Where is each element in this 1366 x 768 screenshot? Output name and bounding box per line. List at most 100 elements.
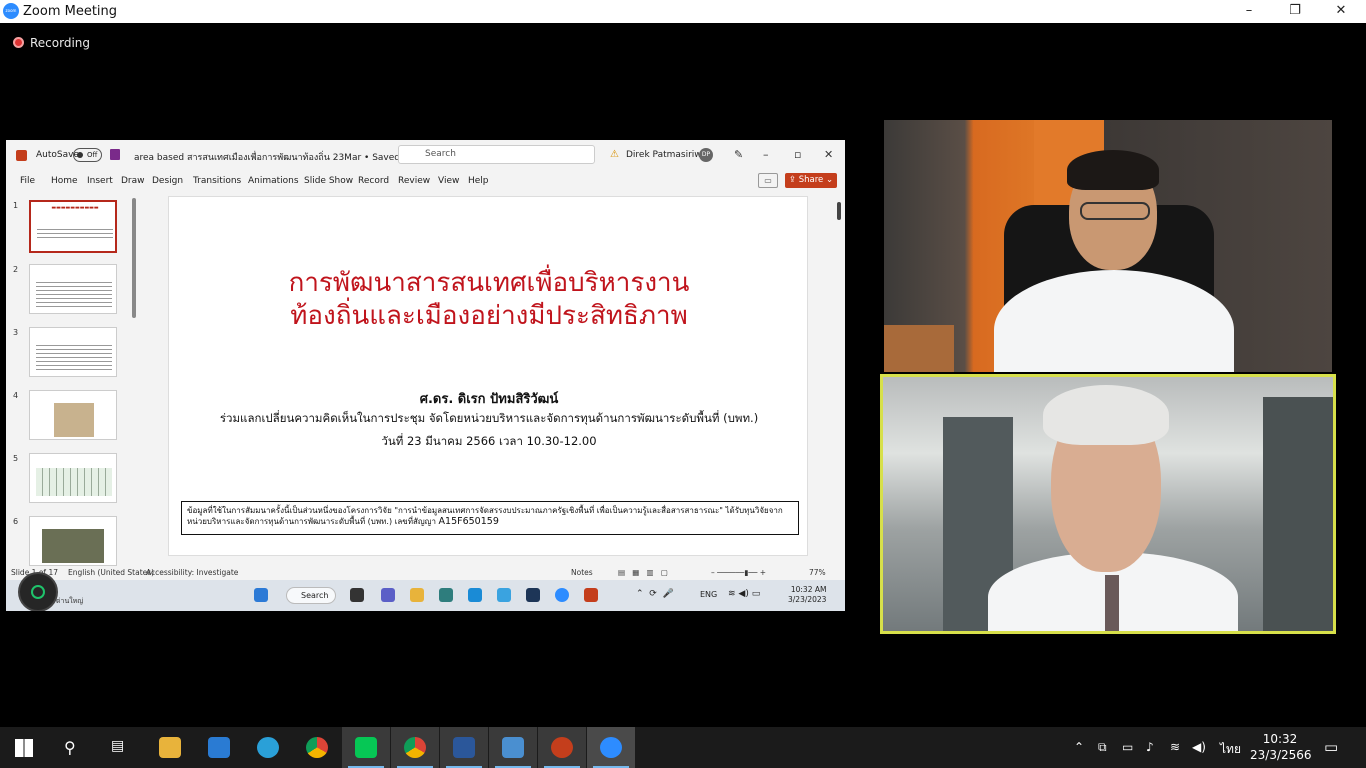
menu-file[interactable]: File — [20, 176, 35, 186]
thumbnail-scrollbar[interactable] — [132, 198, 136, 318]
menu-insert[interactable]: Insert — [87, 176, 113, 186]
input-language[interactable]: ENG — [700, 590, 717, 599]
ppt-user-name: Direk Patmasiriwat — [626, 150, 711, 160]
teams-icon[interactable] — [381, 588, 395, 602]
autosave-toggle[interactable]: Off — [73, 148, 102, 162]
task-view-button[interactable]: ▤ — [96, 727, 144, 768]
meet-now-icon[interactable]: ⧉ — [1098, 740, 1107, 755]
powerpoint-logo-icon — [16, 150, 27, 161]
edge-icon[interactable] — [468, 588, 482, 602]
edge-button[interactable] — [244, 727, 292, 768]
zoom-title-bar: zoom Zoom Meeting – ❐ ✕ — [0, 0, 1366, 23]
menu-help[interactable]: Help — [468, 176, 489, 186]
zoom-slider[interactable]: – ──────▮── + — [711, 568, 766, 577]
input-language-indicator[interactable]: ไทย — [1220, 740, 1241, 759]
menu-animations[interactable]: Animations — [248, 176, 299, 186]
chevron-up-icon[interactable]: ⌃ — [1074, 740, 1084, 754]
slide-title: การพัฒนาสารสนเทศเพื่อบริหารงาน ท้องถิ่นแ… — [169, 267, 809, 333]
hair — [1067, 150, 1159, 190]
comments-icon[interactable]: ▭ — [758, 173, 778, 188]
menu-view[interactable]: View — [438, 176, 459, 186]
ppt-close-button[interactable]: ✕ — [824, 148, 833, 161]
slide-thumbnail-6[interactable] — [29, 516, 117, 566]
close-button[interactable]: ✕ — [1318, 0, 1364, 23]
status-zoom[interactable]: 77% — [809, 568, 826, 577]
menu-review[interactable]: Review — [398, 176, 430, 186]
recording-indicator[interactable]: Recording — [13, 36, 90, 50]
microphone-icon[interactable]: ♪ — [1146, 740, 1154, 754]
status-notes[interactable]: Notes — [571, 568, 593, 577]
shared-search[interactable]: Search — [286, 587, 336, 604]
start-button[interactable] — [0, 727, 48, 768]
chrome-button[interactable] — [293, 727, 341, 768]
task-view-icon[interactable] — [350, 588, 364, 602]
tie — [1105, 575, 1119, 631]
slide-thumbnail-1[interactable]: ▬▬▬▬▬▬▬▬▬▬ — [29, 200, 117, 253]
powerpoint-icon[interactable] — [584, 588, 598, 602]
app-icon-2[interactable] — [526, 588, 540, 602]
tray-icons[interactable]: ⌃ ⟳ 🎤 — [636, 589, 674, 599]
menu-transitions[interactable]: Transitions — [193, 176, 241, 186]
participant-video-2-active-speaker[interactable] — [880, 374, 1336, 634]
slide-thumbnail-2[interactable] — [29, 264, 117, 314]
photos-button[interactable] — [489, 727, 537, 768]
slide-canvas[interactable]: การพัฒนาสารสนเทศเพื่อบริหารงาน ท้องถิ่นแ… — [168, 196, 808, 556]
start-icon — [15, 739, 33, 757]
network-volume-battery-icons[interactable]: ≋ ◀) ▭ — [728, 589, 760, 599]
status-language[interactable]: English (United States) — [68, 568, 154, 577]
wifi-icon[interactable]: ≋ — [1170, 740, 1180, 754]
file-explorer-button[interactable] — [146, 727, 194, 768]
zoom-icon[interactable] — [555, 588, 569, 602]
ppt-restore-button[interactable]: ▫ — [794, 148, 801, 161]
ppt-search-input[interactable]: Search — [398, 145, 595, 164]
slide-thumbnail-3[interactable] — [29, 327, 117, 377]
ppt-minimize-button[interactable]: – — [763, 148, 769, 161]
restore-button[interactable]: ❐ — [1272, 0, 1318, 23]
thumb-lines — [37, 226, 113, 240]
volume-icon[interactable]: ◀) — [1192, 740, 1206, 754]
powerpoint-button[interactable] — [538, 727, 586, 768]
scroll-thumb[interactable] — [837, 202, 841, 220]
calculator-icon[interactable] — [439, 588, 453, 602]
participant-video-1[interactable] — [884, 120, 1332, 372]
chrome-icon — [306, 737, 328, 758]
menu-record[interactable]: Record — [358, 176, 389, 186]
chrome-button-2[interactable] — [391, 727, 439, 768]
notification-icon[interactable]: ▭ — [1324, 738, 1338, 756]
menu-draw[interactable]: Draw — [121, 176, 145, 186]
pen-icon[interactable]: ✎ — [734, 148, 743, 161]
slide-thumbnail-4[interactable] — [29, 390, 117, 440]
word-button[interactable] — [440, 727, 488, 768]
taskbar-search-button[interactable]: ⚲ — [48, 727, 96, 768]
avatar[interactable]: DP — [699, 148, 713, 162]
windows-taskbar: ⚲ ▤ ⌃ ⧉ ▭ ♪ ≋ ◀) ไทย 10:32 23/3/2566 ▭ — [0, 727, 1366, 768]
taskbar-clock[interactable]: 10:32 23/3/2566 — [1250, 731, 1312, 763]
word-icon — [453, 737, 475, 758]
slide-contract-number: A15F650159 — [438, 516, 499, 527]
annotate-pen-button[interactable] — [18, 572, 58, 611]
app-icon[interactable] — [497, 588, 511, 602]
shared-time: 10:32 AM — [790, 585, 827, 594]
slide-scrollbar[interactable] — [837, 196, 843, 556]
battery-icon[interactable]: ▭ — [1122, 740, 1133, 754]
share-button[interactable]: ⇪ Share ⌄ — [785, 173, 837, 188]
slide-thumbnail-5[interactable] — [29, 453, 117, 503]
minimize-button[interactable]: – — [1226, 0, 1272, 23]
menu-home[interactable]: Home — [51, 176, 78, 186]
thumb-lines — [36, 342, 112, 370]
status-accessibility[interactable]: Accessibility: Investigate — [146, 568, 238, 577]
shared-clock[interactable]: 10:32 AM 3/23/2023 — [788, 585, 826, 605]
menu-slide-show[interactable]: Slide Show — [304, 176, 353, 186]
ppt-title-bar: AutoSave Off area based สารสนเทศเมืองเพื… — [6, 140, 845, 170]
line-button[interactable] — [342, 727, 390, 768]
mail-button[interactable] — [195, 727, 243, 768]
recording-label: Recording — [30, 36, 91, 50]
file-explorer-icon[interactable] — [410, 588, 424, 602]
task-view-icon: ▤ — [111, 738, 125, 754]
zoom-button[interactable] — [587, 727, 635, 768]
menu-design[interactable]: Design — [152, 176, 183, 186]
view-icons[interactable]: ▤ ▦ ▥ ▢ — [618, 568, 668, 577]
save-icon[interactable] — [110, 149, 120, 160]
windows-start-icon[interactable] — [254, 588, 268, 602]
ribbon-menu: File Home Insert Draw Design Transitions… — [6, 171, 845, 191]
